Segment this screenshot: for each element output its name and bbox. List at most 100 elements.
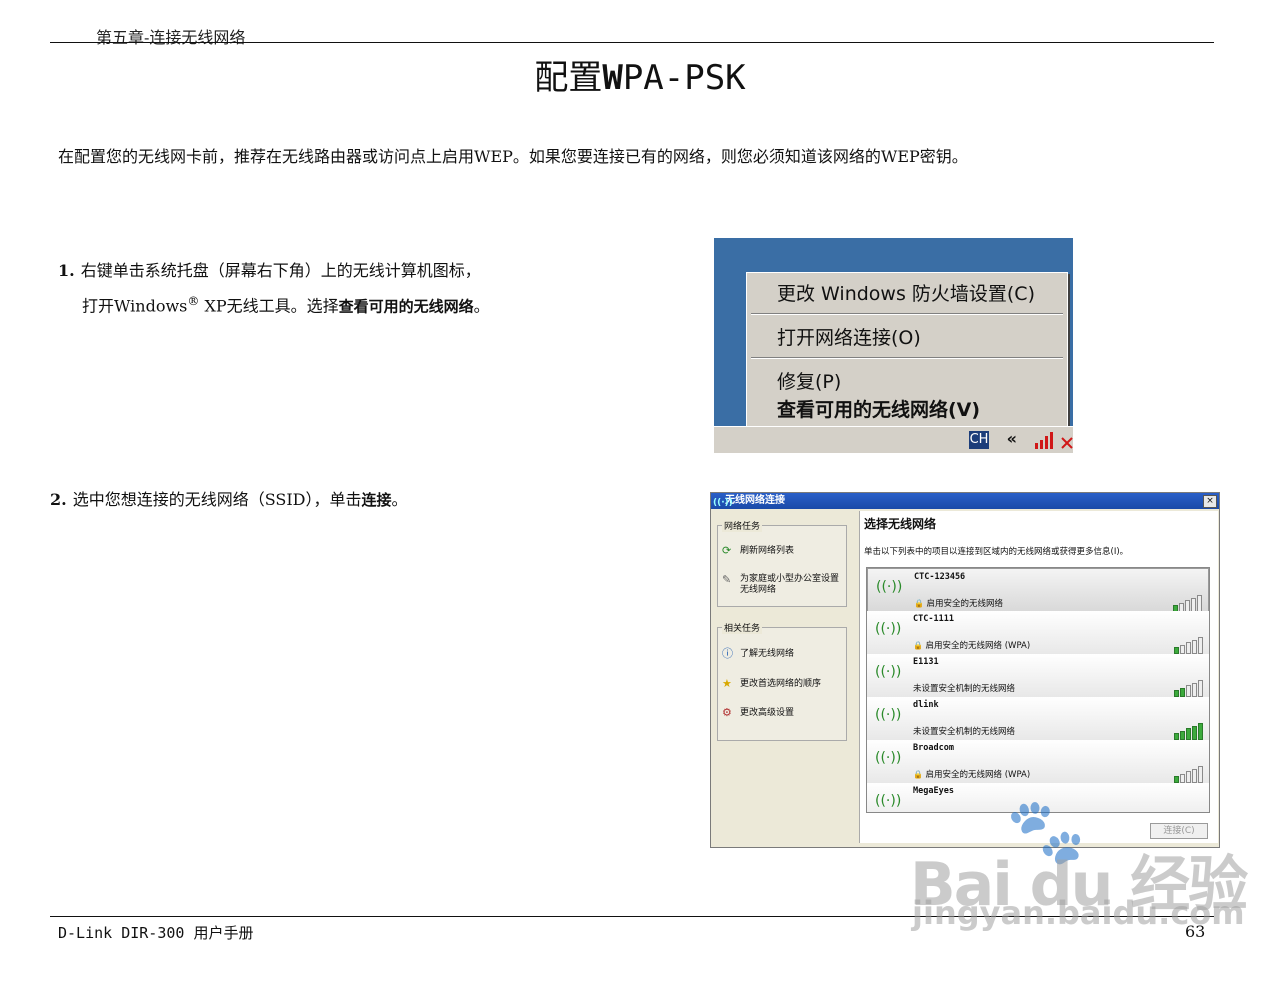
signal-bar bbox=[1186, 642, 1191, 654]
step-text: 。 bbox=[391, 490, 408, 509]
setup-icon: ✎ bbox=[722, 573, 732, 586]
signal-bar bbox=[1186, 771, 1191, 783]
intro-paragraph: 在配置您的无线网卡前，推荐在无线路由器或访问点上启用WEP。如果您要连接已有的网… bbox=[58, 147, 968, 166]
signal-bar bbox=[1198, 723, 1203, 740]
page-title: 配置WPA-PSK bbox=[0, 50, 1280, 99]
network-row[interactable]: ((·)) Broadcom 🔒 启用安全的无线网络 (WPA) bbox=[867, 740, 1209, 784]
related-tasks-group: 相关任务 ⓘ 了解无线网络 ★ 更改首选网络的顺序 ⚙ 更改高级设置 bbox=[717, 621, 847, 741]
signal-bar bbox=[1198, 680, 1203, 697]
network-security-text: 启用安全的无线网络 (WPA) bbox=[925, 770, 1031, 780]
step-emphasis: 查看可用的无线网络 bbox=[338, 297, 474, 316]
network-ssid: E1131 bbox=[913, 657, 939, 667]
wireless-antenna-icon: ((·)) bbox=[875, 621, 902, 637]
signal-bar bbox=[1192, 768, 1197, 783]
footer-manual-title: D-Link DIR-300 用户手册 bbox=[58, 924, 254, 942]
menu-separator bbox=[751, 313, 1063, 315]
network-security: 🔒 启用安全的无线网络 (WPA) bbox=[913, 639, 1030, 651]
watermark-url: jingyan.baidu.com bbox=[912, 894, 1245, 932]
input-language-indicator[interactable]: CH bbox=[969, 431, 989, 449]
signal-strength-icon bbox=[1173, 721, 1203, 740]
wireless-network-window: ((·)) 无线网络连接 × 网络任务 ⟳ 刷新网络列表 ✎ 为家庭或小型办公室… bbox=[710, 492, 1220, 848]
network-list[interactable]: ((·)) CTC-123456 🔒 启用安全的无线网络 ((·)) CTC-1111 🔒… bbox=[866, 567, 1210, 813]
step-1: 1. 右键单击系统托盘（屏幕右下角）上的无线计算机图标， 打开Windows® X… bbox=[58, 256, 490, 321]
network-ssid: CTC-1111 bbox=[913, 614, 954, 624]
task-pane: 网络任务 ⟳ 刷新网络列表 ✎ 为家庭或小型办公室设置无线网络 相关任务 ⓘ 了… bbox=[715, 513, 853, 839]
tray-context-menu: 更改 Windows 防火墙设置(C) 打开网络连接(O) 修复(P) 查看可用… bbox=[746, 272, 1068, 428]
tray-wireless-signal-icon[interactable] bbox=[1033, 430, 1059, 450]
star-icon: ★ bbox=[722, 677, 732, 690]
signal-bar bbox=[1174, 776, 1179, 783]
menu-separator bbox=[751, 357, 1063, 359]
context-menu-screenshot: 更改 Windows 防火墙设置(C) 打开网络连接(O) 修复(P) 查看可用… bbox=[714, 238, 1073, 453]
step-number: 2. bbox=[50, 490, 67, 509]
pane-title: 选择无线网络 bbox=[864, 517, 937, 531]
title-rest: PA-PSK bbox=[622, 58, 746, 98]
signal-bar bbox=[1198, 637, 1203, 654]
network-security-text: 未设置安全机制的无线网络 bbox=[913, 684, 1016, 694]
step-2: 2. 选中您想连接的无线网络（SSID），单击连接。 bbox=[50, 485, 408, 515]
pane-description: 单击以下列表中的项目以连接到区域内的无线网络或获得更多信息(I)。 bbox=[864, 547, 1129, 557]
network-security-text: 启用安全的无线网络 (WPA) bbox=[925, 641, 1031, 651]
tray-expand-icon[interactable]: « bbox=[1007, 429, 1017, 448]
network-row[interactable]: ((·)) E1131 未设置安全机制的无线网络 bbox=[867, 654, 1209, 698]
task-setup-network[interactable]: 为家庭或小型办公室设置无线网络 bbox=[740, 574, 840, 596]
group-title: 相关任务 bbox=[722, 621, 763, 634]
signal-bar bbox=[1174, 690, 1179, 697]
signal-bar bbox=[1192, 639, 1197, 654]
signal-bar bbox=[1180, 773, 1185, 783]
task-refresh-list[interactable]: 刷新网络列表 bbox=[740, 546, 794, 557]
signal-bar bbox=[1174, 647, 1179, 654]
signal-strength-icon bbox=[1173, 635, 1203, 654]
network-security: 🔒 启用安全的无线网络 bbox=[914, 597, 1003, 609]
window-titlebar: ((·)) 无线网络连接 bbox=[711, 493, 1219, 509]
lock-icon: 🔒 bbox=[913, 770, 926, 779]
taskbar bbox=[714, 426, 1073, 453]
wireless-antenna-icon: ((·)) bbox=[713, 498, 733, 508]
network-row[interactable]: ((·)) CTC-1111 🔒 启用安全的无线网络 (WPA) bbox=[867, 611, 1209, 655]
lock-icon: 🔒 bbox=[914, 599, 927, 608]
registered-mark: ® bbox=[187, 294, 200, 308]
signal-strength-icon bbox=[1173, 764, 1203, 783]
signal-bar bbox=[1180, 687, 1185, 697]
task-learn-wireless[interactable]: 了解无线网络 bbox=[740, 649, 794, 660]
signal-bar bbox=[1197, 595, 1202, 612]
menu-item-open-connections[interactable]: 打开网络连接(O) bbox=[777, 323, 921, 350]
network-ssid: dlink bbox=[913, 700, 939, 710]
wireless-antenna-icon: ((·)) bbox=[875, 793, 902, 809]
network-tasks-group: 网络任务 ⟳ 刷新网络列表 ✎ 为家庭或小型办公室设置无线网络 bbox=[717, 519, 847, 607]
menu-item-view-wireless[interactable]: 查看可用的无线网络(V) bbox=[777, 395, 980, 422]
network-security: 未设置安全机制的无线网络 bbox=[913, 725, 1015, 737]
refresh-icon: ⟳ bbox=[722, 544, 732, 557]
tray-disconnected-icon[interactable] bbox=[1061, 434, 1073, 450]
title-bold: W bbox=[602, 58, 623, 98]
network-ssid: MegaEyes bbox=[913, 786, 954, 796]
signal-bar bbox=[1186, 685, 1191, 697]
step-text: 选中您想连接的无线网络（SSID），单击 bbox=[72, 490, 362, 509]
signal-strength-icon bbox=[1172, 593, 1202, 612]
step-text: 。 bbox=[473, 296, 490, 316]
signal-bar bbox=[1192, 682, 1197, 697]
chapter-header: 第五章-连接无线网络 bbox=[96, 28, 246, 47]
network-security: 🔒 启用安全的无线网络 (WPA) bbox=[913, 768, 1030, 780]
signal-bar bbox=[1186, 728, 1191, 740]
network-row[interactable]: ((·)) CTC-123456 🔒 启用安全的无线网络 bbox=[867, 568, 1209, 613]
wireless-antenna-icon: ((·)) bbox=[875, 750, 902, 766]
network-row[interactable]: ((·)) dlink 未设置安全机制的无线网络 bbox=[867, 697, 1209, 741]
menu-item-repair[interactable]: 修复(P) bbox=[777, 367, 841, 394]
window-title: 无线网络连接 bbox=[725, 495, 785, 506]
menu-item-firewall[interactable]: 更改 Windows 防火墙设置(C) bbox=[777, 279, 1035, 306]
step-emphasis: 连接 bbox=[361, 491, 392, 509]
window-close-button[interactable]: × bbox=[1203, 495, 1217, 508]
network-security-text: 启用安全的无线网络 bbox=[926, 599, 1004, 609]
signal-bar bbox=[1192, 725, 1197, 740]
task-change-order[interactable]: 更改首选网络的顺序 bbox=[740, 679, 821, 690]
info-icon: ⓘ bbox=[722, 647, 733, 660]
signal-bar bbox=[1180, 644, 1185, 654]
task-advanced-settings[interactable]: 更改高级设置 bbox=[740, 708, 794, 719]
step-text: 右键单击系统托盘（屏幕右下角）上的无线计算机图标， bbox=[80, 261, 481, 280]
step-number: 1. bbox=[58, 261, 75, 280]
wireless-antenna-icon: ((·)) bbox=[876, 579, 903, 595]
signal-bar bbox=[1174, 733, 1179, 740]
signal-bar bbox=[1180, 730, 1185, 740]
signal-bar bbox=[1198, 766, 1203, 783]
